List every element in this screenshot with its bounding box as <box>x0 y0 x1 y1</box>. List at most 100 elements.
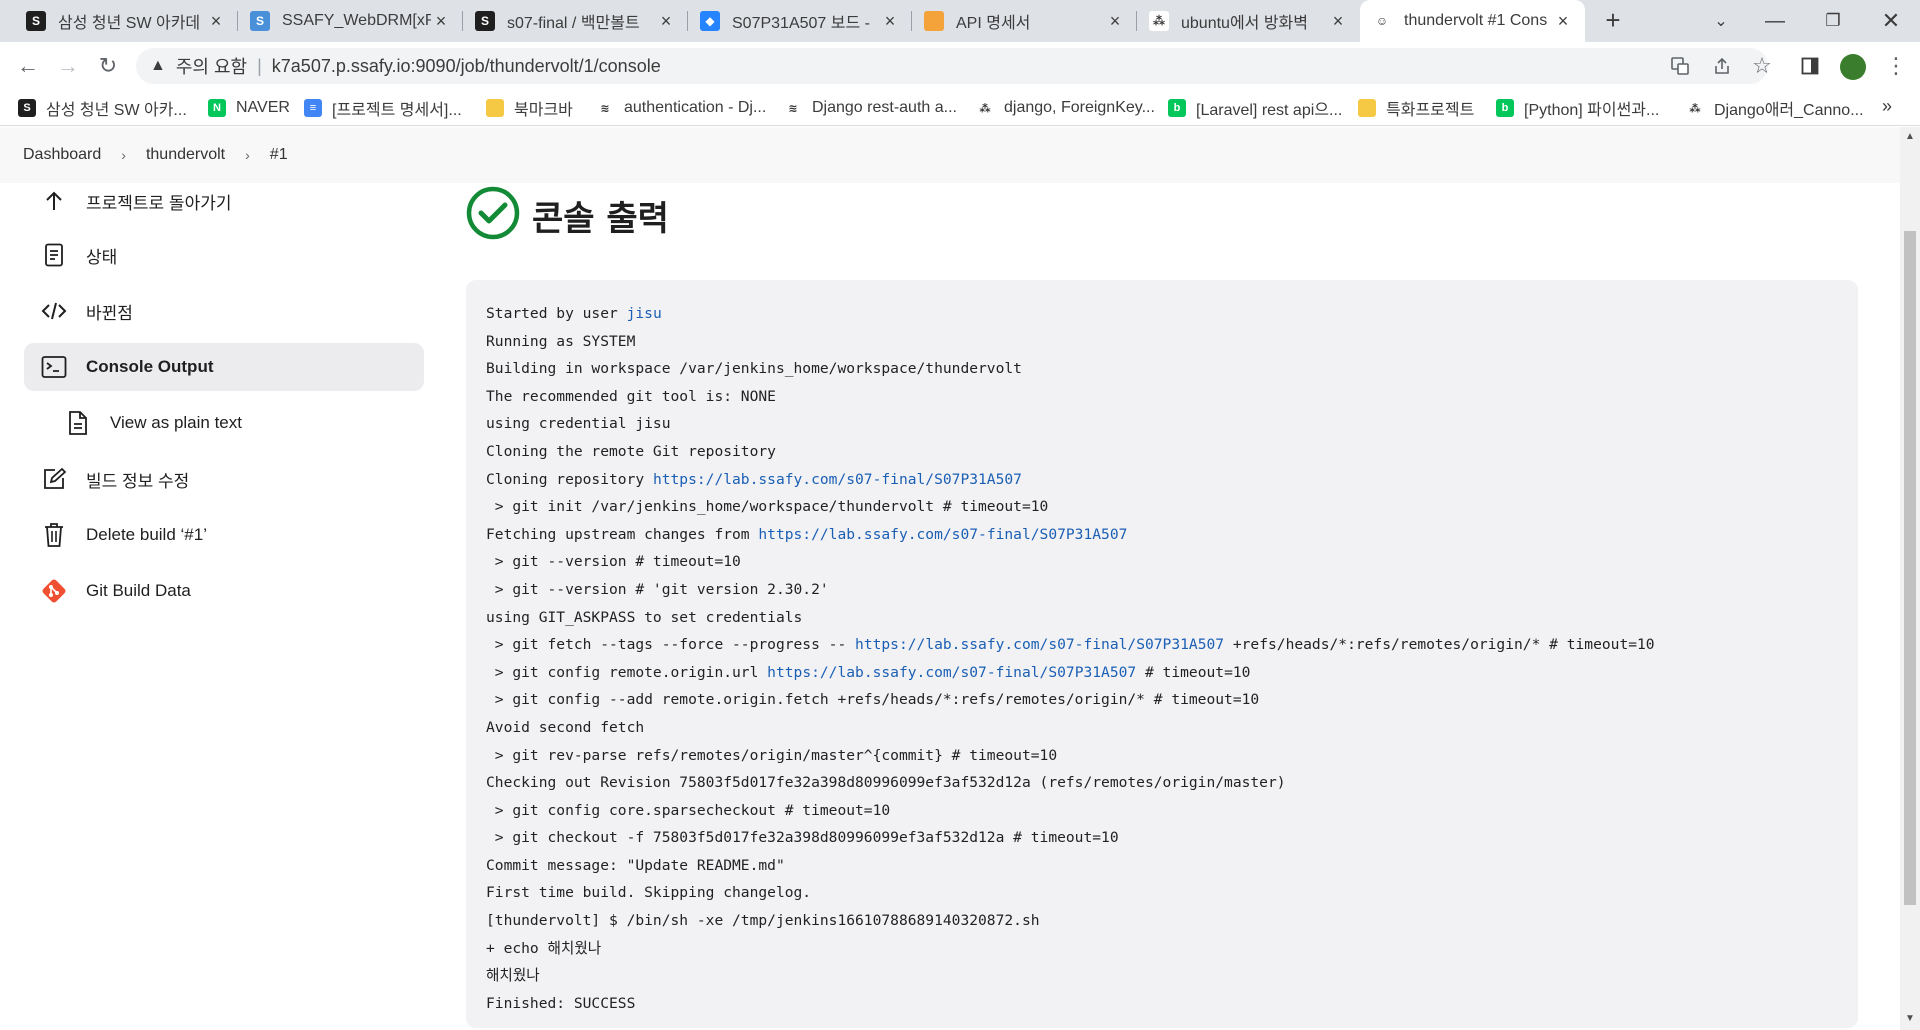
sidebar-item-label: Git Build Data <box>86 581 191 600</box>
console-text: Cloning the remote Git repository <box>486 442 776 460</box>
warning-icon[interactable]: ▲ <box>150 57 166 75</box>
console-output[interactable]: Started by user jisu Running as SYSTEM Bui… <box>466 280 1858 1028</box>
console-link[interactable]: https://lab.ssafy.com/s07-final/S07P31A5… <box>653 471 1022 488</box>
tab-close-icon[interactable]: × <box>1328 11 1348 32</box>
bookmark-item[interactable]: ≋ authentication - Dj... <box>596 97 766 119</box>
console-text: > git --version # timeout=10 <box>486 553 741 571</box>
console-line: > git config core.sparsecheckout # timeo… <box>486 797 1838 825</box>
console-line: [thundervolt] $ /bin/sh -xe /tmp/jenkins… <box>486 907 1838 935</box>
ssafy-icon: S <box>475 11 495 31</box>
tab-1[interactable]: S 삼성 청년 SW 아카데 × <box>14 0 238 42</box>
side-panel-icon[interactable] <box>1794 50 1826 82</box>
share-icon[interactable] <box>1706 50 1738 82</box>
new-tab-button[interactable]: + <box>1598 6 1628 36</box>
bookmark-item[interactable]: ≋ Django rest-auth a... <box>784 97 957 119</box>
tab-5[interactable]: API 명세서 × <box>912 0 1137 42</box>
profile-avatar[interactable] <box>1840 54 1866 80</box>
address-bar[interactable]: ▲ 주의 요함 | k7a507.p.ssafy.io:9090/job/thu… <box>136 48 1768 84</box>
tab-close-icon[interactable]: × <box>656 11 676 32</box>
sidebar-item-status[interactable]: 상태 <box>24 231 424 279</box>
bookmark-item[interactable]: 북마크바 <box>486 97 573 119</box>
menu-icon[interactable]: ⋮ <box>1880 50 1912 82</box>
success-check-icon <box>466 186 520 245</box>
close-window-button[interactable]: ✕ <box>1866 0 1916 42</box>
tab-close-icon[interactable]: × <box>1553 11 1573 32</box>
chevron-right-icon: › <box>121 147 126 163</box>
bookmark-item[interactable]: b [Laravel] rest api으... <box>1168 97 1342 119</box>
url-text[interactable]: k7a507.p.ssafy.io:9090/job/thundervolt/1… <box>272 56 661 77</box>
console-text: First time build. Skipping changelog. <box>486 884 812 902</box>
bookmark-item[interactable]: ⁂ django, ForeignKey... <box>976 97 1155 119</box>
scrollbar-thumb[interactable] <box>1904 231 1916 905</box>
blog-icon: b <box>1496 99 1514 117</box>
restore-button[interactable]: ❐ <box>1808 0 1858 42</box>
forward-button[interactable]: → <box>52 50 84 82</box>
bookmark-item[interactable]: 특화프로젝트 <box>1358 97 1474 119</box>
console-line: Commit message: "Update README.md" <box>486 852 1838 880</box>
console-text: > git init /var/jenkins_home/workspace/t… <box>486 498 1049 516</box>
tab-title: API 명세서 <box>956 15 1031 32</box>
tab-4[interactable]: ◆ S07P31A507 보드 - × <box>688 0 912 42</box>
tab-close-icon[interactable]: × <box>880 11 900 32</box>
console-text: > git config remote.origin.url <box>486 663 768 681</box>
stack-icon: ≋ <box>596 99 614 117</box>
sidebar-item-delete-build[interactable]: Delete build ‘#1’ <box>24 511 424 559</box>
tab-close-icon[interactable]: × <box>431 11 451 32</box>
bookmarks-more-button[interactable]: » <box>1882 96 1892 117</box>
bookmark-label: NAVER <box>236 99 290 116</box>
console-link[interactable]: https://lab.ssafy.com/s07-final/S07P31A5… <box>767 664 1136 681</box>
dots-icon: ⁂ <box>976 99 994 117</box>
tab-close-icon[interactable]: × <box>1105 11 1125 32</box>
sidebar-item-view-plain-text[interactable]: View as plain text <box>48 399 424 447</box>
bookmark-label: Django애러_Canno... <box>1714 102 1864 119</box>
sidebar-item-changes[interactable]: 바뀐점 <box>24 287 424 335</box>
console-link[interactable]: https://lab.ssafy.com/s07-final/S07P31A5… <box>758 526 1127 543</box>
sidebar-item-back-to-project[interactable]: 프로젝트로 돌아가기 <box>24 177 424 225</box>
console-link[interactable]: jisu <box>627 305 662 322</box>
tab-close-icon[interactable]: × <box>206 11 226 32</box>
tab-6[interactable]: ⁂ ubuntu에서 방화벽 × <box>1137 0 1360 42</box>
edit-icon <box>40 465 68 493</box>
scroll-up-arrow-icon[interactable]: ▲ <box>1905 131 1915 142</box>
sidebar-item-edit-build-info[interactable]: 빌드 정보 수정 <box>24 455 424 503</box>
git-dots-icon: ⁂ <box>1149 11 1169 31</box>
bookmark-item[interactable]: S 삼성 청년 SW 아카... <box>18 97 187 119</box>
bookmark-item[interactable]: b [Python] 파이썬과... <box>1496 97 1659 119</box>
bookmark-label: [Laravel] rest api으... <box>1196 102 1343 119</box>
page-scrollbar[interactable]: ▲ ▼ <box>1900 127 1920 1030</box>
drm-icon: S <box>250 11 270 31</box>
breadcrumb-build[interactable]: #1 <box>270 146 288 164</box>
bookmark-label: [프로젝트 명세서]... <box>332 102 462 119</box>
address-divider: | <box>257 55 262 76</box>
scroll-down-arrow-icon[interactable]: ▼ <box>1905 1013 1915 1024</box>
tab-search-icon[interactable]: ⌄ <box>1696 0 1746 42</box>
breadcrumb-dashboard[interactable]: Dashboard <box>23 146 101 164</box>
translate-icon[interactable] <box>1664 50 1696 82</box>
reload-button[interactable]: ↻ <box>92 50 124 82</box>
minimize-button[interactable]: — <box>1750 0 1800 42</box>
jenkins-icon: ☺ <box>1372 11 1392 31</box>
console-text: Started by user <box>486 305 627 322</box>
tab-7[interactable]: ☺ thundervolt #1 Cons × <box>1360 0 1585 42</box>
folder-icon <box>1358 99 1376 117</box>
security-label[interactable]: 주의 요함 <box>176 53 247 79</box>
tab-2[interactable]: S SSAFY_WebDRM[xRy]× <box>238 0 463 42</box>
bookmark-star-icon[interactable]: ☆ <box>1746 50 1778 82</box>
back-button[interactable]: ← <box>12 50 44 82</box>
sidebar-item-git-build-data[interactable]: Git Build Data <box>24 567 424 615</box>
sidebar-item-console-output[interactable]: Console Output <box>24 343 424 391</box>
console-link[interactable]: https://lab.ssafy.com/s07-final/S07P31A5… <box>855 636 1224 653</box>
breadcrumb-job[interactable]: thundervolt <box>146 146 225 164</box>
console-line: > git config remote.origin.url https://l… <box>486 659 1838 687</box>
sidebar-item-label: 상태 <box>86 247 118 267</box>
console-text: 해치웠나 <box>486 967 540 985</box>
console-text: Avoid second fetch <box>486 718 645 736</box>
bookmark-label: [Python] 파이썬과... <box>1524 102 1660 119</box>
console-text: +refs/heads/*:refs/remotes/origin/* # ti… <box>1224 636 1655 654</box>
terminal-icon <box>40 353 68 381</box>
bookmark-item[interactable]: ⁂ Django애러_Canno... <box>1686 97 1864 119</box>
sidebar-item-label: View as plain text <box>110 413 242 432</box>
bookmark-item[interactable]: N NAVER <box>208 97 290 119</box>
bookmark-item[interactable]: ≡ [프로젝트 명세서]... <box>304 97 462 119</box>
tab-3[interactable]: Ss07-final / 백만볼트 × <box>463 0 688 42</box>
